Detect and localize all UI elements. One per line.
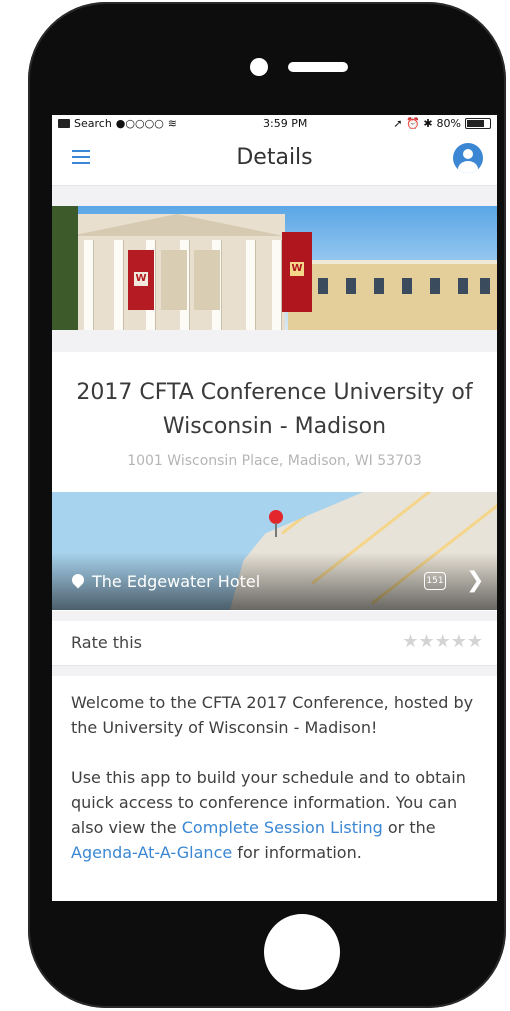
nav-bar: Details <box>52 131 497 186</box>
hanging-banner <box>161 250 187 310</box>
status-bar: Search ●○○○○ ≋ 3:59 PM ➚ ⏰ ✱ 80% <box>52 115 497 131</box>
location-icon <box>72 574 84 590</box>
battery-icon <box>464 117 491 129</box>
back-to-app-icon[interactable] <box>58 118 70 128</box>
home-button[interactable] <box>264 914 340 990</box>
tree-illustration <box>52 206 78 330</box>
chevron-right-icon[interactable]: ❯ <box>466 568 484 593</box>
event-info-card: 2017 CFTA Conference University of Wisco… <box>52 352 497 611</box>
event-banner-image: W W <box>52 206 497 330</box>
status-time: 3:59 PM <box>263 116 308 130</box>
event-title: 2017 CFTA Conference University of Wisco… <box>76 380 473 439</box>
wisconsin-flag: W <box>282 232 312 312</box>
venue-row[interactable]: The Edgewater Hotel <box>72 572 260 591</box>
bascom-hall-illustration: W <box>70 214 285 330</box>
star-rating[interactable]: ★★★★★ <box>402 631 483 652</box>
venue-name: The Edgewater Hotel <box>92 572 261 591</box>
page-title: Details <box>236 145 313 170</box>
description-body: Use this app to build your schedule and … <box>71 765 487 865</box>
event-description: Welcome to the CFTA 2017 Conference, hos… <box>52 676 497 901</box>
agenda-at-a-glance-link[interactable]: Agenda-At-A-Glance <box>71 843 232 862</box>
signal-dots: ●○○○○ <box>115 116 164 130</box>
description-text: or the <box>382 818 436 837</box>
app-screen: Search ●○○○○ ≋ 3:59 PM ➚ ⏰ ✱ 80% Details… <box>52 115 497 901</box>
complete-session-listing-link[interactable]: Complete Session Listing <box>182 818 383 837</box>
user-circle-icon[interactable] <box>453 143 483 173</box>
rate-label: Rate this <box>71 633 142 652</box>
campus-building-illustration <box>288 264 497 330</box>
hanging-banner <box>194 250 220 310</box>
rating-row: Rate this ★★★★★ <box>52 621 497 666</box>
carrier-label: Search <box>74 116 112 130</box>
front-camera <box>250 58 268 76</box>
battery-percent: 80% <box>436 116 461 130</box>
status-indicators: ➚ ⏰ ✱ <box>393 116 433 130</box>
wisconsin-banner: W <box>128 250 154 310</box>
venue-map[interactable]: The Edgewater Hotel 151 ❯ <box>52 492 497 610</box>
map-pin-icon[interactable] <box>269 510 283 524</box>
earpiece-speaker <box>288 62 348 72</box>
description-intro: Welcome to the CFTA 2017 Conference, hos… <box>71 693 474 737</box>
description-text: for information. <box>232 843 362 862</box>
highway-shield: 151 <box>424 572 446 590</box>
wifi-icon: ≋ <box>167 116 178 130</box>
event-address: 1001 Wisconsin Place, Madison, WI 53703 <box>127 453 422 469</box>
